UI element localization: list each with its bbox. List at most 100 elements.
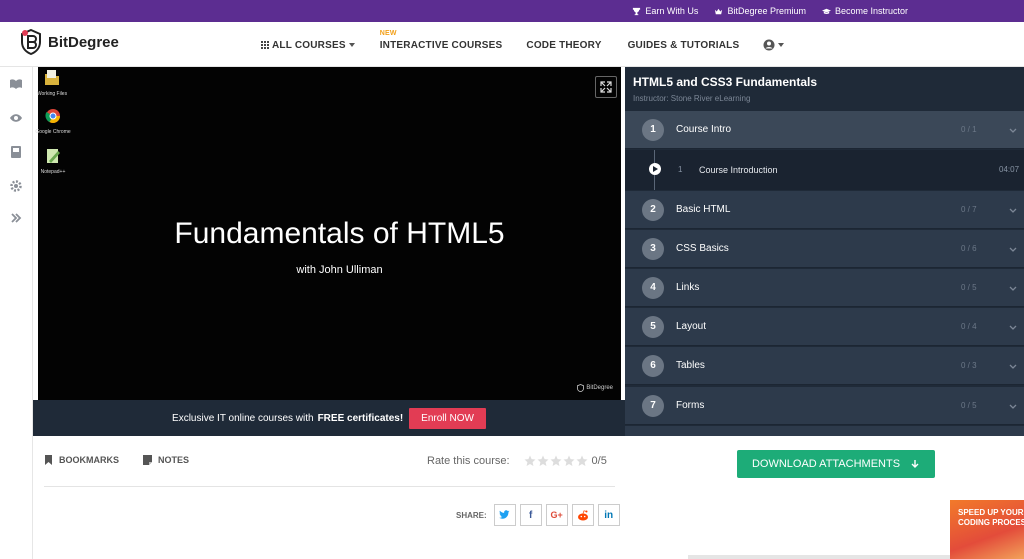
rating-stars[interactable] (524, 455, 588, 467)
timeline-line (654, 150, 655, 163)
divider (44, 486, 615, 487)
interactive-courses-label: INTERACTIVE COURSES (379, 39, 503, 51)
book-icon[interactable] (9, 77, 23, 91)
reddit-icon (577, 509, 588, 520)
section-progress: 0 / 5 (961, 401, 977, 410)
become-instructor-label: Become Instructor (834, 6, 908, 16)
section-name: Links (676, 282, 700, 293)
guides-tutorials-link[interactable]: GUIDES & TUTORIALS (628, 40, 740, 51)
shield-logo-icon (21, 29, 41, 55)
bookmarks-tab[interactable]: BOOKMARKS (44, 455, 119, 465)
chevron-down-icon (1009, 247, 1017, 252)
lesson-item[interactable]: 1 Course Introduction 04:07 (625, 150, 1024, 190)
linkedin-share-button[interactable]: in (597, 504, 620, 526)
caret-down-icon (348, 43, 355, 47)
user-circle-icon (763, 39, 775, 51)
shield-logo-icon (577, 384, 585, 392)
promo-banner[interactable]: SPEED UP YOUR CODING PROCESS (950, 500, 1024, 559)
section-item[interactable]: 6 Tables 0 / 3 (625, 347, 1024, 385)
desktop-icon-google-chrome: Google Chrome (33, 107, 73, 135)
chevron-down-icon (1009, 208, 1017, 213)
section-item[interactable]: 4 Links 0 / 5 (625, 269, 1024, 307)
linkedin-icon: in (604, 509, 614, 521)
section-item[interactable]: 3 CSS Basics 0 / 6 (625, 230, 1024, 268)
top-bar: Earn With Us BitDegree Premium Become In… (0, 0, 1024, 22)
star-icon[interactable] (563, 455, 575, 467)
fullscreen-button[interactable] (595, 76, 617, 98)
reddit-share-button[interactable] (571, 504, 594, 526)
bitdegree-premium-link[interactable]: BitDegree Premium (714, 6, 806, 16)
star-icon[interactable] (537, 455, 549, 467)
chevron-down-icon (1009, 286, 1017, 291)
interactive-courses-link[interactable]: NEW INTERACTIVE COURSES (379, 30, 503, 51)
section-name: Tables (676, 360, 705, 371)
bookmarks-label: BOOKMARKS (59, 455, 119, 465)
chevron-down-icon (1009, 364, 1017, 369)
chevron-down-icon (1009, 128, 1017, 133)
chrome-icon (45, 109, 60, 123)
section-item[interactable]: 7 Forms 0 / 5 (625, 387, 1024, 425)
promo-line-2: CODING PROCESS (958, 518, 1024, 527)
expand-icon (600, 81, 612, 93)
double-chevron-right-icon[interactable] (9, 211, 23, 225)
code-theory-link[interactable]: CODE THEORY (526, 40, 601, 51)
lesson-number: 1 (678, 165, 683, 174)
google-plus-share-button[interactable]: G+ (545, 504, 568, 526)
download-attachments-button[interactable]: DOWNLOAD ATTACHMENTS (737, 450, 935, 478)
section-name: CSS Basics (676, 243, 729, 254)
desktop-icon-working-files: Working Files (32, 69, 72, 97)
notepad-icon (47, 149, 60, 163)
section-progress: 0 / 7 (961, 205, 977, 214)
left-sidebar (0, 67, 33, 559)
video-player[interactable]: Working Files Google Chrome Notepad++ Fu… (35, 67, 621, 400)
star-icon[interactable] (550, 455, 562, 467)
earn-with-us-link[interactable]: Earn With Us (632, 6, 698, 16)
enroll-text-bold: FREE certificates! (317, 412, 404, 424)
section-progress: 0 / 4 (961, 322, 977, 331)
section-item[interactable]: 2 Basic HTML 0 / 7 (625, 191, 1024, 229)
section-item[interactable] (625, 426, 1024, 436)
star-icon[interactable] (524, 455, 536, 467)
section-number: 6 (642, 355, 664, 377)
facebook-icon: f (529, 509, 533, 521)
chevron-down-icon (1009, 404, 1017, 409)
user-menu[interactable] (763, 39, 785, 51)
download-attachments-label: DOWNLOAD ATTACHMENTS (751, 458, 901, 470)
bitdegree-logo[interactable]: BitDegree (20, 29, 119, 55)
enroll-text: Exclusive IT online courses with (172, 412, 314, 424)
crown-icon (715, 8, 723, 14)
timeline-line (654, 175, 655, 190)
video-brand-watermark: BitDegree (577, 384, 613, 392)
caret-down-icon (778, 43, 785, 47)
gear-icon[interactable] (9, 179, 23, 193)
facebook-share-button[interactable]: f (519, 504, 542, 526)
twitter-share-button[interactable] (493, 504, 516, 526)
bookmark-book-icon[interactable] (9, 145, 23, 159)
section-progress: 0 / 5 (961, 283, 977, 292)
section-name: Layout (676, 321, 707, 332)
eye-icon[interactable] (9, 111, 23, 125)
section-number: 2 (642, 199, 664, 221)
notes-tab[interactable]: NOTES (143, 455, 189, 465)
graduation-cap-icon (821, 8, 831, 14)
notes-label: NOTES (158, 455, 190, 465)
arrow-down-icon (911, 460, 919, 468)
all-courses-menu[interactable]: ALL COURSES (260, 40, 355, 51)
course-instructor: Instructor: Stone River eLearning (633, 94, 751, 103)
star-icon[interactable] (576, 455, 588, 467)
section-item[interactable]: 1 Course Intro 0 / 1 (625, 111, 1024, 149)
section-item[interactable]: 5 Layout 0 / 4 (625, 308, 1024, 346)
video-brand-label: BitDegree (586, 385, 613, 391)
rate-label: Rate this course: (427, 455, 510, 467)
code-theory-label: CODE THEORY (526, 39, 602, 51)
become-instructor-link[interactable]: Become Instructor (821, 6, 908, 16)
lesson-duration: 04:07 (999, 165, 1020, 174)
play-icon (649, 163, 661, 175)
enroll-now-button[interactable]: Enroll NOW (409, 407, 486, 429)
course-title: HTML5 and CSS3 Fundamentals (633, 75, 818, 89)
chevron-down-icon (1009, 325, 1017, 330)
earn-with-us-label: Earn With Us (645, 6, 699, 16)
section-number: 7 (642, 395, 664, 417)
all-courses-label: ALL COURSES (272, 39, 346, 51)
video-title: Fundamentals of HTML5 (174, 217, 505, 250)
